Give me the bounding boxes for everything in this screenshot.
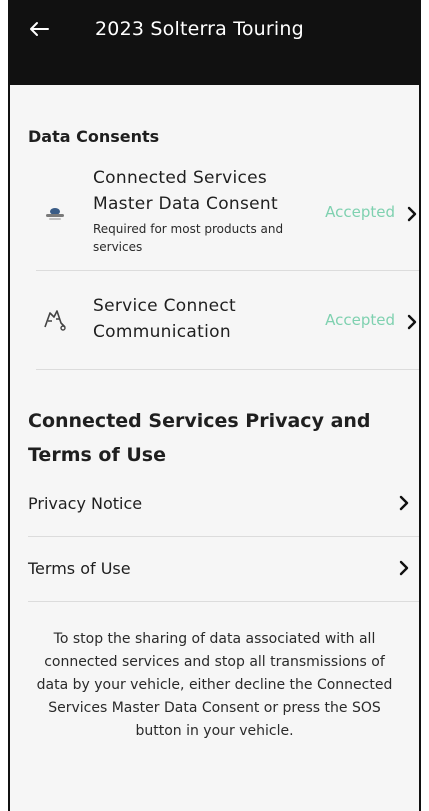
status-accepted: Accepted [325, 203, 395, 221]
consent-text: Connected Services Master Data Consent R… [93, 165, 303, 256]
privacy-notice-link[interactable]: Privacy Notice [28, 472, 419, 537]
chevron-right-icon [397, 494, 411, 512]
connected-services-icon [42, 201, 68, 227]
back-button[interactable] [24, 14, 54, 44]
chevron-right-icon [405, 313, 419, 331]
terms-of-use-link[interactable]: Terms of Use [28, 537, 419, 602]
consent-row-master-data[interactable]: Connected Services Master Data Consent R… [36, 155, 419, 271]
privacy-terms-heading: Connected Services Privacy and Terms of … [28, 410, 371, 466]
status-accepted: Accepted [325, 311, 395, 329]
terms-of-use-label: Terms of Use [28, 559, 131, 578]
chevron-right-icon [405, 205, 419, 223]
consent-row-service-connect[interactable]: Service Connect Communication Accepted [36, 271, 419, 370]
top-app-bar: 2023 Solterra Touring [10, 0, 419, 85]
data-consents-heading: Data Consents [28, 127, 160, 146]
consent-title: Service Connect Communication [93, 296, 237, 342]
consent-title: Connected Services Master Data Consent [93, 168, 278, 214]
back-arrow-icon [30, 22, 49, 36]
chevron-right-icon [397, 559, 411, 577]
service-connect-icon [42, 307, 68, 333]
consent-text: Service Connect Communication [93, 293, 303, 345]
vehicle-title: 2023 Solterra Touring [95, 18, 304, 40]
privacy-notice-label: Privacy Notice [28, 494, 143, 513]
consent-subtitle: Required for most products and services [93, 222, 284, 254]
data-sharing-note: To stop the sharing of data associated w… [36, 631, 393, 739]
app-screen: 2023 Solterra Touring Data Consents Conn… [8, 0, 421, 811]
